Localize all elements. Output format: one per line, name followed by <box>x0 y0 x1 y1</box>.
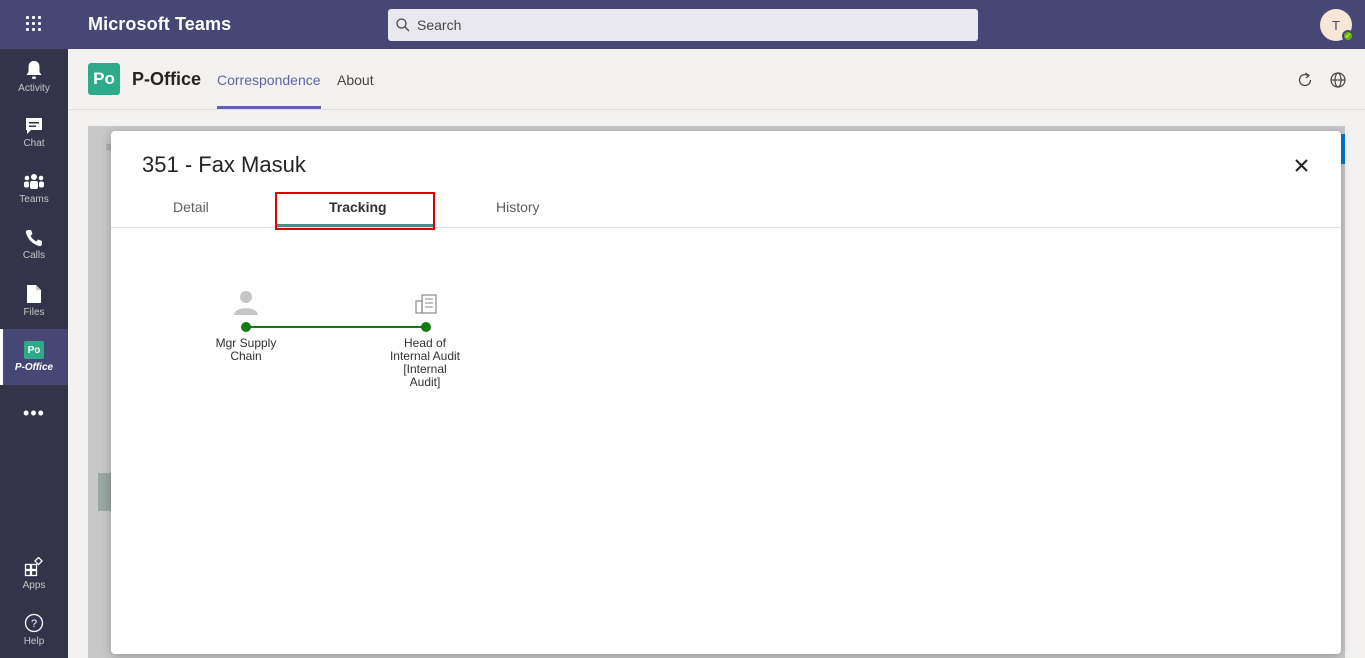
search-icon <box>396 18 410 32</box>
active-tab-indicator <box>217 106 321 109</box>
person-icon <box>234 291 258 315</box>
tracking-node-label: Head of Internal Audit [Internal Audit] <box>377 337 473 389</box>
rail-item-calls[interactable]: Calls <box>0 217 68 273</box>
chat-icon <box>26 118 42 134</box>
app-launcher-icon[interactable] <box>26 16 42 32</box>
more-icon: ••• <box>23 402 45 423</box>
app-title: Microsoft Teams <box>88 14 232 34</box>
top-bar: Microsoft Teams Search T ✓ <box>0 0 1365 49</box>
bell-icon <box>26 61 42 79</box>
p-office-logo: Po <box>88 63 120 95</box>
tracking-node-dot[interactable] <box>241 322 251 332</box>
rail-item-activity[interactable]: Activity <box>0 49 68 105</box>
avatar-initial: T <box>1332 17 1340 33</box>
rail-item-chat[interactable]: Chat <box>0 105 68 161</box>
node-label-text: Mgr Supply Chain <box>215 336 277 363</box>
avatar[interactable]: T ✓ <box>1320 9 1354 42</box>
tracking-node-dot[interactable] <box>421 322 431 332</box>
building-icon <box>415 294 437 314</box>
rail-item-p-office[interactable]: Po P-Office <box>0 329 68 385</box>
rail-label: Calls <box>22 250 46 261</box>
tracking-graph <box>234 291 437 332</box>
left-rail: Activity Chat Teams Calls Files Po P-Off… <box>0 49 68 658</box>
node-label-text: Head of Internal Audit [Internal Audit] <box>389 336 461 389</box>
globe-icon[interactable] <box>1329 71 1347 89</box>
search-input[interactable]: Search <box>388 9 978 41</box>
apps-icon <box>24 557 43 577</box>
search-placeholder: Search <box>417 17 462 33</box>
p-office-icon: Po <box>24 341 44 359</box>
status-available-icon: ✓ <box>1342 30 1354 42</box>
rail-label: Files <box>23 307 45 318</box>
rail-label: Help <box>23 636 45 647</box>
rail-item-teams[interactable]: Teams <box>0 161 68 217</box>
refresh-icon[interactable] <box>1296 71 1314 89</box>
rail-label: P-Office <box>14 362 54 373</box>
file-icon <box>27 285 41 303</box>
rail-label: Activity <box>18 83 50 94</box>
rail-label: Teams <box>19 194 49 205</box>
app-name: P-Office <box>132 69 202 89</box>
rail-item-help[interactable]: ? Help <box>0 602 68 658</box>
help-icon: ? <box>24 613 44 633</box>
rail-item-files[interactable]: Files <box>0 273 68 329</box>
tracking-node-label: Mgr Supply Chain <box>201 337 291 363</box>
phone-icon <box>25 230 42 247</box>
background-row-marker <box>98 473 112 511</box>
correspondence-dialog: 351 - Fax Masuk Detail Tracking History … <box>111 131 1341 654</box>
rail-item-more[interactable]: ••• <box>0 385 68 441</box>
rail-label: Apps <box>22 580 46 591</box>
tab-correspondence[interactable]: Correspondence <box>217 72 321 88</box>
rail-item-apps[interactable]: Apps <box>0 546 68 602</box>
app-header: Po P-Office Correspondence About <box>68 49 1365 110</box>
tab-about[interactable]: About <box>337 72 374 88</box>
rail-label: Chat <box>23 138 45 149</box>
svg-text:?: ? <box>31 618 37 630</box>
teams-icon <box>24 174 44 189</box>
